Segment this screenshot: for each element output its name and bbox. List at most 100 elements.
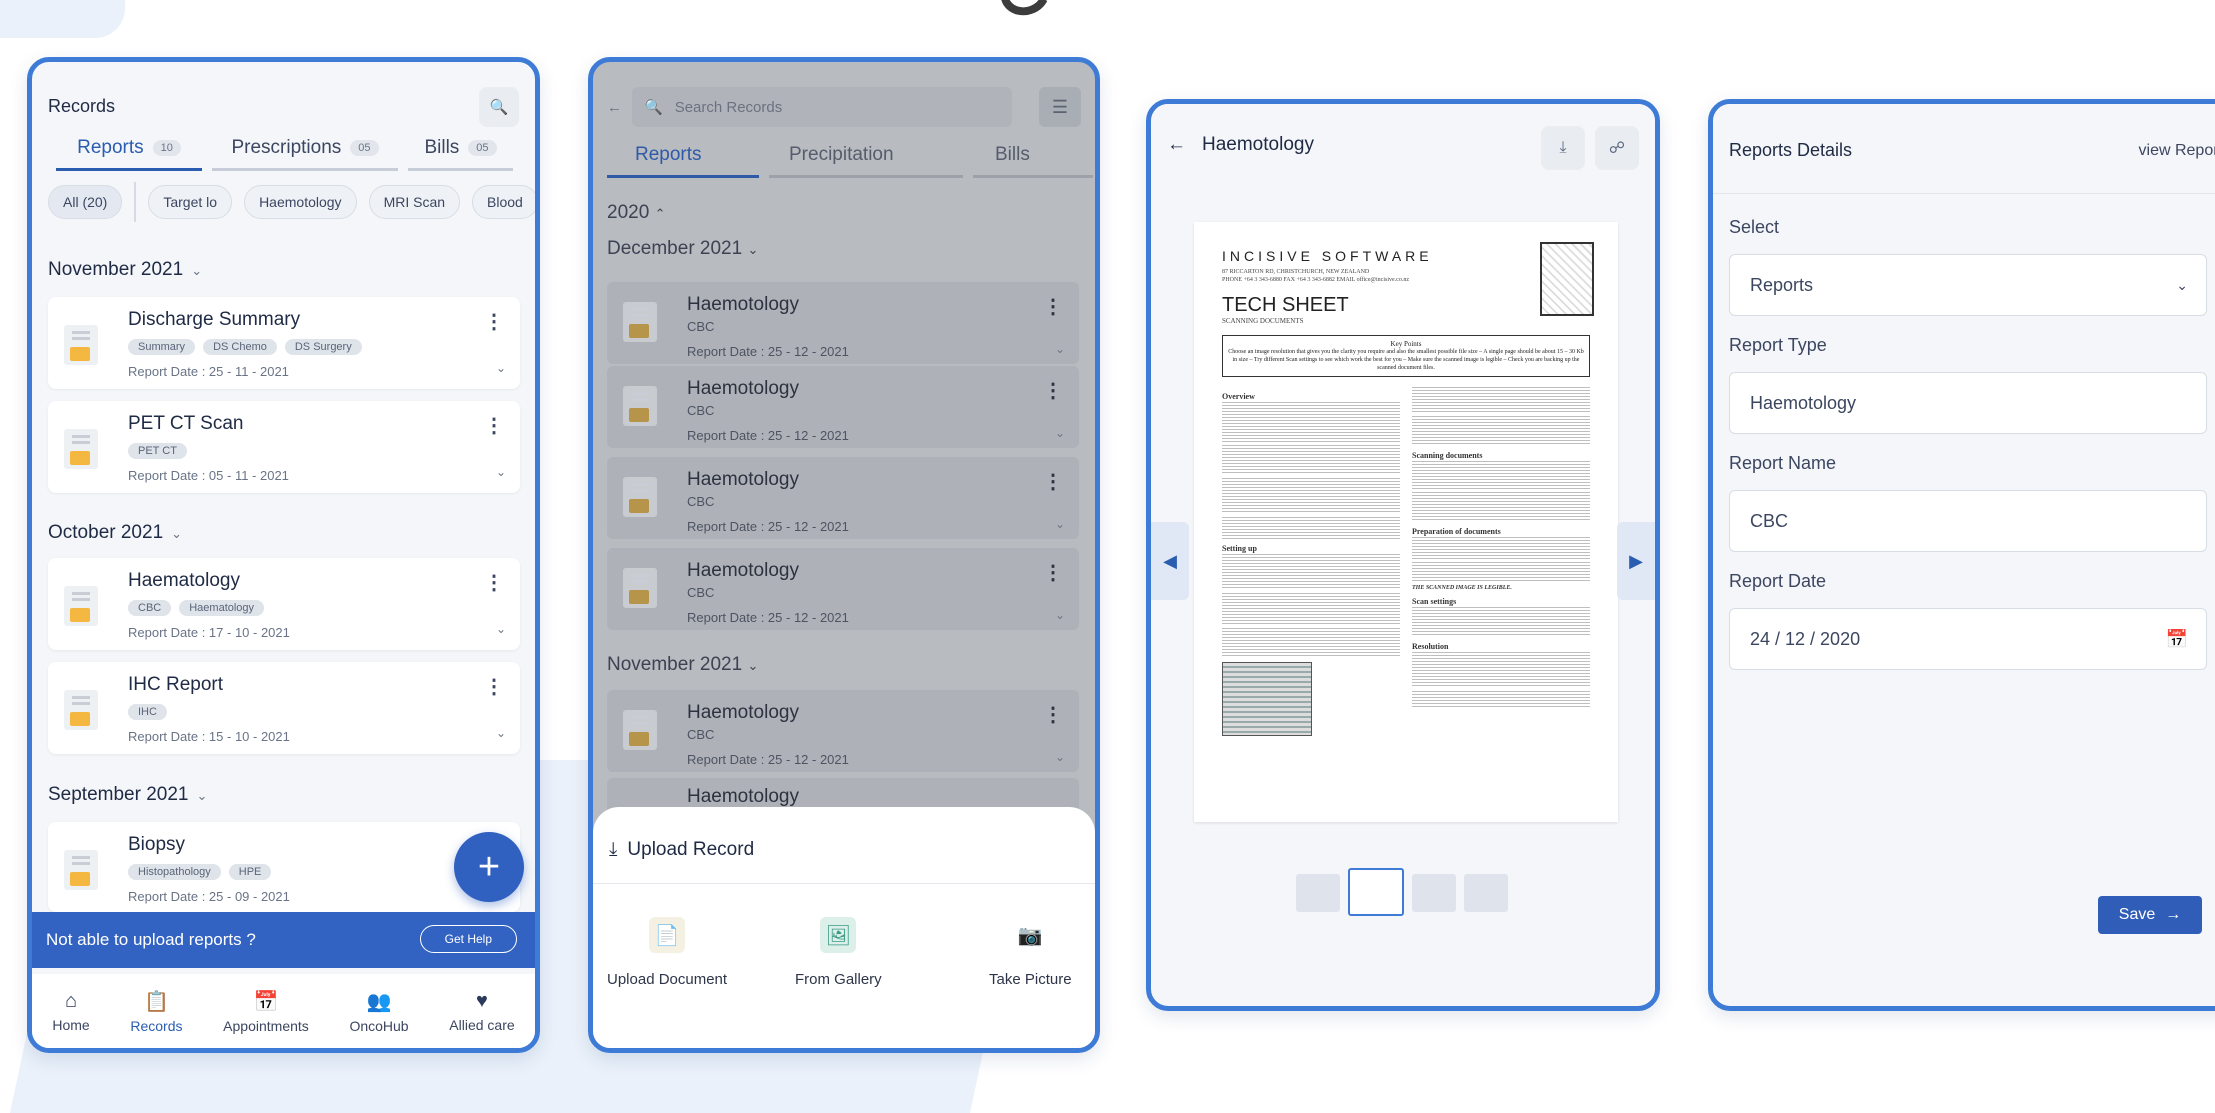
month-header[interactable]: December 2021 ⌄ <box>607 238 758 260</box>
page-thumbnail[interactable] <box>1296 874 1340 912</box>
more-options-icon[interactable]: ⋮ <box>484 309 504 334</box>
tag: Histopathology <box>128 864 221 880</box>
record-card[interactable]: IHC Report IHC Report Date : 15 - 10 - 2… <box>48 662 520 754</box>
gallery-icon: 🖼 <box>820 917 857 953</box>
expand-chevron-icon[interactable]: ⌄ <box>496 622 506 636</box>
record-card[interactable]: PET CT Scan PET CT Report Date : 05 - 11… <box>48 401 520 493</box>
record-card[interactable]: Haemotology CBC Report Date : 25 - 12 - … <box>607 690 1079 772</box>
page-thumbnail-active[interactable] <box>1348 868 1404 916</box>
calendar-icon: 📅 <box>253 990 279 1013</box>
chevron-down-icon: ⌄ <box>747 658 759 673</box>
expand-chevron-icon[interactable]: ⌄ <box>496 361 506 375</box>
next-page-button[interactable]: ▶ <box>1617 522 1655 600</box>
search-button[interactable]: 🔍 <box>479 87 519 127</box>
tab-reports[interactable]: Reports 10 <box>56 137 202 171</box>
more-options-icon[interactable]: ⋮ <box>1043 702 1063 727</box>
record-date: Report Date : 25 - 09 - 2021 <box>128 889 290 904</box>
expand-chevron-icon[interactable]: ⌄ <box>1055 342 1065 356</box>
record-card[interactable]: Haemotology CBC Report Date : 25 - 12 - … <box>607 548 1079 630</box>
previous-page-button[interactable]: ◀ <box>1151 522 1189 600</box>
year-header[interactable]: 2020 ⌃ <box>607 202 665 224</box>
nav-appointments[interactable]: 📅 Appointments <box>223 989 309 1034</box>
chip-blood[interactable]: Blood <box>472 185 535 219</box>
search-input[interactable]: 🔍 Search Records <box>632 87 1012 127</box>
more-options-icon[interactable]: ⋮ <box>1043 560 1063 585</box>
doc-company: INCISIVE SOFTWARE <box>1222 248 1433 264</box>
tab-bills[interactable]: Bills <box>973 144 1093 178</box>
month-header[interactable]: October 2021 ⌄ <box>48 522 182 544</box>
chevron-down-icon: ⌄ <box>2176 276 2188 293</box>
record-card[interactable]: Biopsy Histopathology HPE Report Date : … <box>48 822 520 912</box>
get-help-button[interactable]: Get Help <box>419 925 517 953</box>
month-header[interactable]: November 2021 ⌄ <box>48 259 202 281</box>
more-options-icon[interactable]: ⋮ <box>484 413 504 438</box>
expand-chevron-icon[interactable]: ⌄ <box>496 726 506 740</box>
chip-target[interactable]: Target lo <box>148 185 233 219</box>
download-button[interactable]: ⤓ <box>1541 126 1585 170</box>
page-title: Reports Details <box>1729 140 1853 160</box>
report-name-label: Report Name <box>1729 453 1837 473</box>
doc-keypoints: Key Points Choose an image resolution th… <box>1222 335 1590 377</box>
record-title: Haemotology <box>687 560 799 581</box>
record-card[interactable]: Haemotology CBC Report Date : 25 - 12 - … <box>607 282 1079 364</box>
back-arrow-icon[interactable]: ← <box>1167 134 1186 156</box>
share-button[interactable]: ☍ <box>1595 126 1639 170</box>
expand-chevron-icon[interactable]: ⌄ <box>496 465 506 479</box>
more-options-icon[interactable]: ⋮ <box>1043 378 1063 403</box>
calendar-icon[interactable]: 📅 <box>2166 629 2188 650</box>
page-thumbnail[interactable] <box>1464 874 1508 912</box>
view-report-link[interactable]: view Report <box>2139 142 2215 160</box>
month-header[interactable]: November 2021 ⌄ <box>607 654 758 676</box>
chip-all[interactable]: All (20) <box>48 185 123 219</box>
record-card[interactable]: Haemotology CBC Report Date : 25 - 12 - … <box>607 457 1079 539</box>
tag: Summary <box>128 339 196 355</box>
care-icon: ♥ <box>476 989 488 1012</box>
more-options-icon[interactable]: ⋮ <box>1043 469 1063 494</box>
record-card[interactable]: Discharge Summary Summary DS Chemo DS Su… <box>48 297 520 389</box>
nav-records[interactable]: 📋 Records <box>130 989 182 1034</box>
from-gallery-option[interactable]: 🖼 From Gallery <box>795 917 882 988</box>
report-type-field[interactable]: Haemotology <box>1729 372 2207 434</box>
tab-reports[interactable]: Reports <box>607 144 759 178</box>
viewer-header: ← Haemotology ⤓ ☍ <box>1151 104 1655 184</box>
tag: DS Chemo <box>203 339 277 355</box>
more-options-icon[interactable]: ⋮ <box>484 674 504 699</box>
select-dropdown[interactable]: Reports ⌄ <box>1729 254 2207 316</box>
nav-oncohub[interactable]: 👥 OncoHub <box>349 989 408 1034</box>
record-card[interactable]: Haematology CBC Haematology Report Date … <box>48 558 520 650</box>
expand-chevron-icon[interactable]: ⌄ <box>1055 517 1065 531</box>
chip-mri[interactable]: MRI Scan <box>368 185 461 219</box>
upload-document-option[interactable]: 📄 Upload Document <box>607 917 727 988</box>
month-header[interactable]: September 2021 ⌄ <box>48 784 207 806</box>
more-options-icon[interactable]: ⋮ <box>484 570 504 595</box>
back-arrow-icon[interactable]: ← <box>607 99 622 116</box>
record-card[interactable]: Haemotology CBC Report Date : 25 - 12 - … <box>607 366 1079 448</box>
take-picture-option[interactable]: 📷 Take Picture <box>989 917 1072 989</box>
filter-button[interactable]: ☰ <box>1039 87 1081 127</box>
document-icon <box>64 586 98 626</box>
record-date: Report Date : 25 - 12 - 2021 <box>687 344 849 359</box>
tab-prescriptions[interactable]: Prescriptions 05 <box>212 137 398 171</box>
add-record-button[interactable]: + <box>454 832 524 902</box>
expand-chevron-icon[interactable]: ⌄ <box>1055 426 1065 440</box>
document-icon <box>623 477 657 517</box>
nav-home[interactable]: ⌂ Home <box>52 990 89 1033</box>
page-thumbnail[interactable] <box>1412 874 1456 912</box>
save-button[interactable]: Save → <box>2098 896 2202 934</box>
report-name-field[interactable]: CBC <box>1729 490 2207 552</box>
expand-chevron-icon[interactable]: ⌄ <box>1055 608 1065 622</box>
expand-chevron-icon[interactable]: ⌄ <box>1055 750 1065 764</box>
tab-bills[interactable]: Bills 05 <box>408 137 513 171</box>
record-title: Haematology <box>128 570 240 591</box>
chip-haemotology[interactable]: Haemotology <box>244 185 357 219</box>
nav-allied-care[interactable]: ♥ Allied care <box>449 990 514 1033</box>
report-date-field[interactable]: 24 / 12 / 2020 📅 <box>1729 608 2207 670</box>
tag: Haematology <box>179 600 265 616</box>
record-date: Report Date : 25 - 12 - 2021 <box>687 752 849 767</box>
more-options-icon[interactable]: ⋮ <box>1043 294 1063 319</box>
tab-precipitation[interactable]: Precipitation <box>769 144 963 178</box>
record-title: Haemotology <box>687 378 799 399</box>
doc-column-right: Scanning documents Preparation of docume… <box>1412 387 1590 736</box>
doc-logo <box>1540 242 1594 316</box>
page-thumbnails <box>1296 868 1508 916</box>
